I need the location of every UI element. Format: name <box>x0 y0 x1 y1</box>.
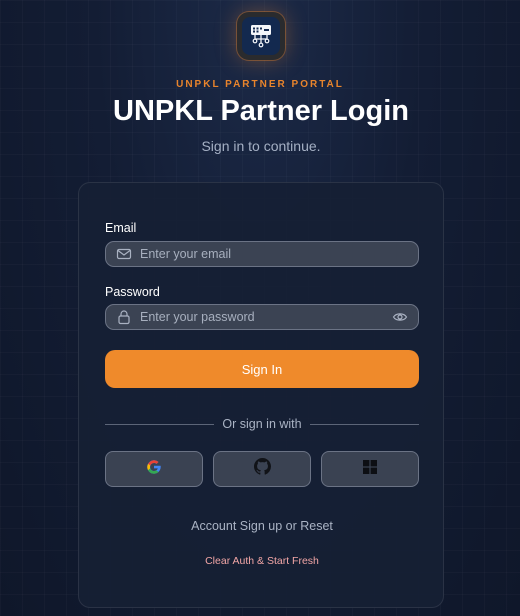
email-input[interactable] <box>140 247 418 261</box>
email-label: Email <box>105 221 137 235</box>
github-signin-button[interactable] <box>213 451 311 487</box>
portal-kicker: UNPKL PARTNER PORTAL <box>176 79 344 90</box>
page-title: UNPKL Partner Login <box>113 95 409 127</box>
github-icon <box>253 458 271 480</box>
sign-in-button[interactable]: Sign In <box>105 350 419 388</box>
lock-icon <box>116 309 132 325</box>
mail-icon <box>116 246 132 262</box>
google-signin-button[interactable] <box>105 451 203 487</box>
divider-text: Or sign in with <box>222 417 302 431</box>
divider-line-right <box>309 423 420 425</box>
password-input[interactable] <box>140 310 392 324</box>
password-field[interactable] <box>105 304 419 330</box>
clear-auth-link[interactable]: Clear Auth & Start Fresh <box>79 555 445 567</box>
server-network-icon <box>242 17 280 55</box>
microsoft-signin-button[interactable] <box>321 451 419 487</box>
microsoft-icon <box>363 459 377 479</box>
password-label: Password <box>105 285 160 299</box>
login-card: Email Password Sign In Or sign in <box>78 182 444 608</box>
google-icon <box>146 459 162 480</box>
page-subtitle: Sign in to continue. <box>201 138 321 154</box>
social-divider: Or sign in with <box>105 416 420 432</box>
show-password-eye-icon[interactable] <box>392 309 408 325</box>
divider-line-left <box>105 423 215 425</box>
email-field[interactable] <box>105 241 419 267</box>
portal-logo <box>237 12 285 60</box>
account-signup-reset-link[interactable]: Account Sign up or Reset <box>79 519 445 533</box>
